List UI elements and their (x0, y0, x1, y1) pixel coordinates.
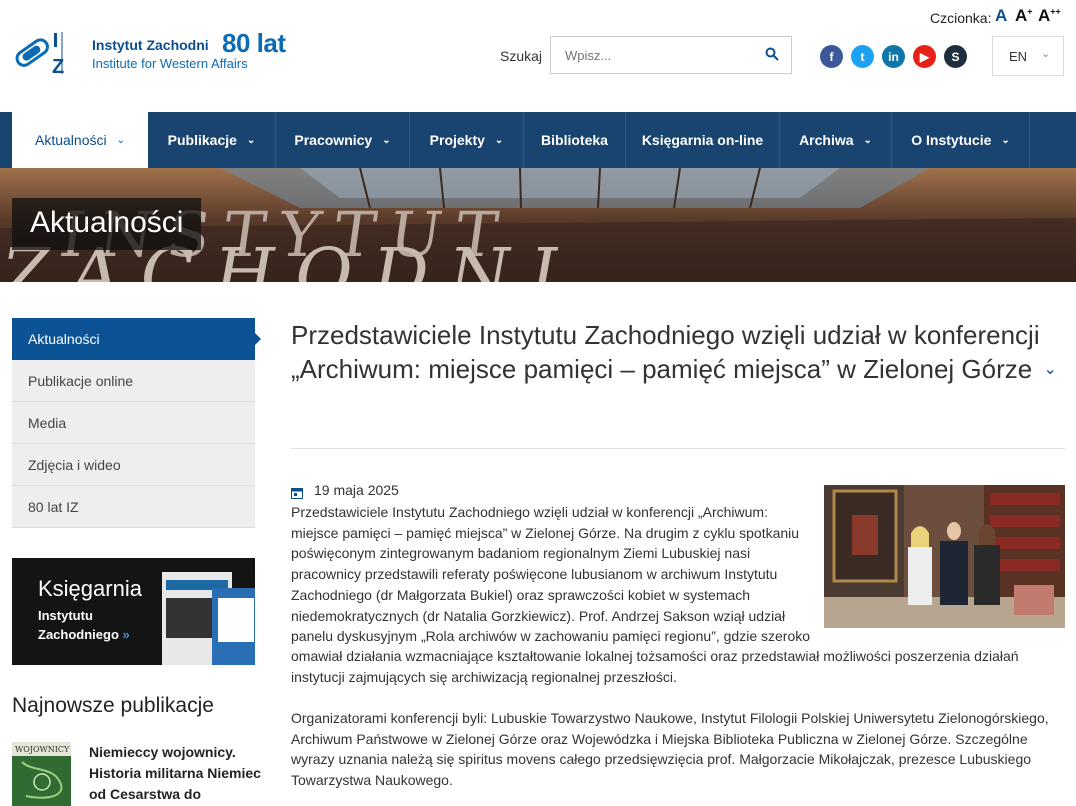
article-paragraph-1-continued: omawiał działania wzmacniające kształtow… (291, 648, 1019, 685)
search-icon[interactable] (765, 47, 781, 63)
language-value: EN (1009, 49, 1028, 64)
latest-publications-heading: Najnowsze publikacje (12, 694, 214, 717)
publication-cover-text: WOJOWNICY (15, 745, 70, 754)
chevron-down-icon[interactable]: ⌄ (1043, 361, 1056, 378)
nav-item-label: Archiwa (799, 132, 854, 148)
nav-item-label: Pracownicy (294, 132, 373, 148)
sidebar-menu: Aktualności Publikacje online Media Zdjęcia… (12, 318, 261, 528)
nav-item-2[interactable]: Pracownicy ⌄ (276, 112, 410, 168)
bookstore-line2: Zachodniego » (38, 627, 130, 642)
main-nav: Aktualności ⌄ Publikacje ⌄ Pracownicy ⌄ Projek… (0, 112, 1076, 168)
sidebar-item-2[interactable]: Media (12, 402, 255, 444)
divider (291, 448, 1065, 449)
chevron-down-icon: ⌄ (494, 134, 504, 146)
chevron-down-icon: ⌄ (1001, 134, 1010, 146)
skype-icon[interactable]: S (944, 45, 967, 68)
nav-item-label: Księgarnia on-line (641, 132, 764, 148)
nav-item-4[interactable]: Biblioteka (524, 112, 626, 168)
nav-item-6[interactable]: Archiwa ⌄ (780, 112, 892, 168)
chevron-down-icon: ⌄ (382, 134, 391, 146)
bookstore-arrow: » (122, 627, 130, 642)
sidebar-item-3[interactable]: Zdjęcia i wideo (12, 444, 255, 486)
nav-item-label: Aktualności (35, 132, 107, 148)
youtube-icon[interactable]: ▶ (913, 45, 936, 68)
article-photo[interactable] (824, 485, 1065, 628)
twitter-icon[interactable]: t (851, 45, 874, 68)
publication-title-link[interactable]: Niemieccy wojownicy. Historia militarna … (89, 742, 264, 805)
search-box (550, 36, 792, 74)
language-select[interactable]: EN ⌄ (992, 36, 1064, 76)
sidebar-item-0[interactable]: Aktualności (12, 318, 261, 360)
font-size-normal-button[interactable]: A (995, 6, 1007, 26)
chevron-down-icon: ⌄ (863, 134, 872, 146)
sidebar-item-1[interactable]: Publikacje online (12, 360, 255, 402)
bookstore-banner[interactable]: Księgarnia Instytutu Zachodniego » (12, 558, 255, 665)
font-size-large-sup: + (1027, 6, 1033, 17)
nav-item-5[interactable]: Księgarnia on-line (626, 112, 780, 168)
search-input[interactable] (551, 37, 765, 73)
search-label: Szukaj (500, 48, 543, 64)
nav-item-3[interactable]: Projekty ⌄ (410, 112, 524, 168)
chevron-down-icon: ⌄ (246, 134, 256, 146)
nav-item-1[interactable]: Publikacje ⌄ (148, 112, 276, 168)
logo-icon[interactable]: Z (14, 30, 74, 78)
logo-name-en: Institute for Western Affairs (92, 56, 248, 71)
nav-item-label: Projekty (429, 132, 485, 148)
nav-item-label: Publikacje (167, 132, 237, 148)
font-size-label: Czcionka: (930, 10, 992, 26)
bookstore-line2-text: Zachodniego (38, 627, 119, 642)
publication-cover-image[interactable]: WOJOWNICY (12, 742, 71, 806)
sidebar-item-4[interactable]: 80 lat IZ (12, 486, 255, 528)
font-size-xlarge-label: A (1038, 6, 1051, 25)
article-paragraph-1: Przedstawiciele Instytutu Zachodniego wz… (291, 504, 811, 645)
font-size-xlarge-button[interactable]: A++ (1038, 6, 1061, 26)
article-title-text: Przedstawiciele Instytutu Zachodniego wz… (291, 320, 1040, 384)
article-paragraph-2: Organizatorami konferencji byli: Lubuski… (291, 710, 1049, 789)
logo-name-pl: Instytut Zachodni (92, 37, 209, 53)
bookstore-line1: Instytutu (38, 608, 93, 623)
font-size-normal-label: A (995, 6, 1008, 25)
calendar-icon (291, 486, 303, 499)
chevron-down-icon: ⌄ (1041, 48, 1051, 60)
font-size-large-button[interactable]: A+ (1015, 6, 1033, 26)
nav-item-label: Biblioteka (541, 132, 608, 148)
logo-anniversary: 80 lat (222, 28, 286, 58)
article-date: 19 maja 2025 (314, 482, 399, 498)
font-size-large-label: A (1015, 6, 1028, 25)
nav-item-0[interactable]: Aktualności ⌄ (12, 112, 148, 168)
font-size-xlarge-sup: ++ (1050, 6, 1061, 17)
bookstore-title: Księgarnia (38, 576, 142, 601)
svg-text:Z: Z (52, 56, 64, 76)
page-banner-title: Aktualności (12, 198, 202, 250)
nav-item-7[interactable]: O Instytucie ⌄ (892, 112, 1030, 168)
nav-item-label: O Instytucie (911, 132, 992, 148)
linkedin-icon[interactable]: in (882, 45, 905, 68)
facebook-icon[interactable]: f (820, 45, 843, 68)
chevron-down-icon: ⌄ (116, 134, 125, 146)
article-title: Przedstawiciele Instytutu Zachodniego wz… (291, 318, 1061, 391)
